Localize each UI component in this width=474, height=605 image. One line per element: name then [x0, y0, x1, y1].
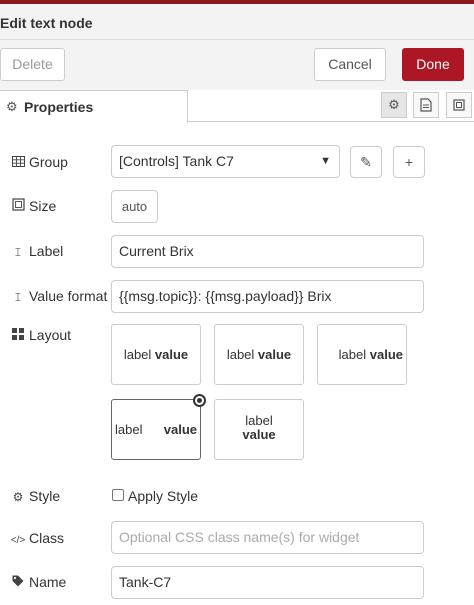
- grid-icon: [10, 328, 26, 343]
- pencil-icon: ✎: [360, 154, 372, 170]
- group-select-value: [Controls] Tank C7: [119, 153, 234, 169]
- layout-option-text: label value: [112, 347, 200, 362]
- layout-row-label: Layout: [10, 327, 71, 343]
- size-button[interactable]: auto: [111, 190, 158, 223]
- value-format-input[interactable]: {{msg.topic}}: {{msg.payload}} Brix: [111, 280, 424, 313]
- label-row-label: 𝙸 Label: [10, 243, 64, 260]
- layout-option-value: value: [154, 347, 189, 362]
- label-label: Label: [29, 243, 64, 259]
- layout-option-inline-left[interactable]: label value: [111, 324, 201, 385]
- layout-option-label: label: [115, 422, 143, 437]
- name-row-label: Name: [10, 574, 66, 590]
- delete-button[interactable]: Delete: [0, 48, 65, 81]
- layout-label: Layout: [29, 327, 72, 343]
- tab-properties[interactable]: ⚙ Properties: [0, 90, 188, 123]
- group-row-label: Group: [10, 154, 68, 170]
- apply-style-checkbox[interactable]: [112, 489, 124, 501]
- dialog-title: Edit text node: [0, 15, 93, 31]
- tab-description-document-icon[interactable]: [413, 92, 439, 118]
- value-format-row-label: 𝙸 Value format: [10, 288, 108, 305]
- edit-group-button[interactable]: ✎: [350, 146, 382, 178]
- apply-style-label[interactable]: Apply Style: [128, 488, 198, 504]
- text-cursor-icon: 𝙸: [13, 245, 23, 259]
- layout-option-label: label: [245, 413, 273, 428]
- gear-icon: ⚙: [6, 99, 18, 114]
- tabs-row: ⚙ Properties ⚙: [0, 90, 474, 123]
- layout-option-label: label: [226, 347, 255, 362]
- value-format-label: Value format: [29, 288, 108, 304]
- table-icon: [10, 156, 26, 170]
- layout-option-label: label: [338, 347, 367, 362]
- gear-icon: ⚙: [12, 490, 24, 504]
- layout-option-inline-center[interactable]: label value: [214, 324, 304, 385]
- class-input[interactable]: Optional CSS class name(s) for widget: [111, 521, 424, 554]
- layout-option-value: value: [369, 347, 403, 362]
- style-row-label: ⚙ Style: [10, 488, 61, 504]
- layout-option-inline-right[interactable]: label value: [317, 324, 407, 385]
- layout-option-text: label value: [215, 414, 303, 442]
- layout-option-text: label value: [215, 347, 303, 362]
- selected-radio-icon: [193, 394, 206, 407]
- layout-option-split[interactable]: label value: [111, 399, 201, 460]
- name-label: Name: [29, 574, 67, 590]
- done-button[interactable]: Done: [402, 48, 464, 81]
- size-row-label: Size: [10, 198, 56, 214]
- tag-icon: [10, 575, 26, 590]
- dialog-title-bar: Edit text node: [0, 4, 474, 40]
- layout-option-value: value: [163, 422, 197, 437]
- group-select[interactable]: [Controls] Tank C7 ▼: [111, 145, 340, 178]
- tab-appearance-frame-icon[interactable]: [446, 92, 472, 118]
- style-label: Style: [29, 488, 61, 504]
- resize-icon: [10, 198, 26, 214]
- add-group-button[interactable]: +: [393, 146, 425, 178]
- tab-settings-gear-icon[interactable]: ⚙: [381, 92, 407, 118]
- cancel-button[interactable]: Cancel: [314, 48, 386, 81]
- layout-option-stacked[interactable]: label value: [214, 399, 304, 460]
- tab-properties-label: Properties: [24, 99, 94, 115]
- dialog-button-bar: Delete Cancel Done: [0, 40, 474, 90]
- layout-option-text: label value: [339, 347, 403, 362]
- size-label: Size: [29, 198, 57, 214]
- code-icon: </>: [10, 535, 26, 546]
- text-cursor-icon: 𝙸: [13, 290, 23, 304]
- layout-option-label: label: [123, 347, 152, 362]
- chevron-down-icon: ▼: [320, 155, 331, 167]
- plus-icon: +: [404, 154, 414, 170]
- class-label: Class: [29, 530, 65, 546]
- layout-option-value: value: [257, 347, 292, 362]
- class-row-label: </> Class: [10, 530, 64, 546]
- group-label: Group: [29, 154, 68, 170]
- layout-option-value: value: [242, 427, 276, 442]
- label-input[interactable]: Current Brix: [111, 235, 424, 268]
- name-input[interactable]: Tank-C7: [111, 566, 424, 599]
